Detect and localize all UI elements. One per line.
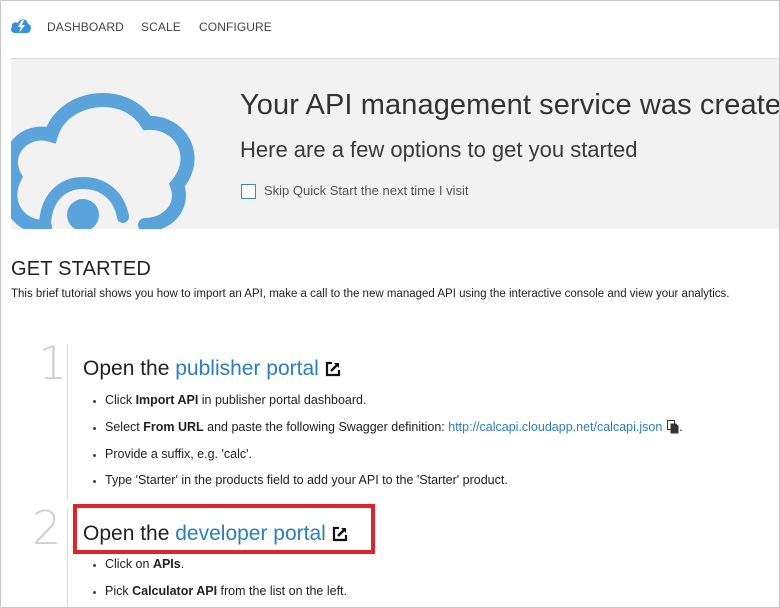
publisher-portal-link[interactable]: publisher portal [175, 357, 319, 380]
copy-icon[interactable] [667, 420, 679, 434]
bullet-bold: Import API [135, 393, 199, 407]
step-1-heading: Open the publisher portal [83, 357, 341, 381]
banner-title: Your API management service was created [240, 89, 780, 121]
swagger-definition-link[interactable]: http://calcapi.cloudapp.net/calcapi.json [448, 420, 662, 434]
step-2-bullet-1: Click on APIs. [92, 557, 185, 571]
nav-configure[interactable]: CONFIGURE [199, 20, 272, 34]
nav-dashboard[interactable]: DASHBOARD [47, 20, 124, 34]
step-1-heading-prefix: Open the [83, 357, 176, 380]
bullet-text: . [180, 557, 185, 571]
step-1-bullet-3: Provide a suffix, e.g. 'calc'. [93, 447, 252, 461]
bullet-text: from the list on the left. [217, 584, 347, 598]
bullet-text: in publisher portal dashboard. [198, 393, 367, 407]
bullet-text: and paste the following Swagger definiti… [203, 420, 449, 434]
app-window: DASHBOARD SCALE CONFIGURE Your API manag… [0, 0, 780, 608]
get-started-description: This brief tutorial shows you how to imp… [11, 288, 730, 300]
skip-quickstart-label[interactable]: Skip Quick Start the next time I visit [264, 183, 468, 198]
bullet-text: Pick [105, 584, 133, 598]
highlight-box [73, 504, 375, 554]
get-started-title: GET STARTED [11, 258, 152, 280]
azure-logo-icon[interactable] [10, 17, 32, 35]
banner-subtitle: Here are a few options to get you starte… [240, 137, 638, 162]
top-nav: DASHBOARD SCALE CONFIGURE [1, 1, 779, 57]
bullet-bold: From URL [143, 420, 204, 434]
step-divider-2 [67, 509, 68, 607]
step-1-bullet-4: Type 'Starter' in the products field to … [93, 473, 508, 487]
welcome-banner: Your API management service was created … [11, 58, 780, 229]
step-number-2: 2 [32, 501, 62, 555]
step-2-bullet-2: Pick Calculator API from the list on the… [93, 584, 347, 598]
bullet-bold: APIs [152, 557, 181, 571]
step-number-1: 1 [38, 336, 68, 390]
bullet-bold: Calculator API [132, 584, 218, 598]
bullet-text: Click on [105, 557, 153, 571]
nav-scale[interactable]: SCALE [141, 20, 181, 34]
step-1-bullet-1: Click Import API in publisher portal das… [92, 393, 367, 407]
bullet-text: . [679, 420, 683, 434]
external-link-icon[interactable] [325, 361, 341, 377]
step-1-bullet-2: Select From URL and paste the following … [93, 420, 683, 434]
bullet-text: Click [105, 393, 136, 407]
bullet-text: Select [105, 420, 144, 434]
skip-quickstart-checkbox[interactable] [241, 184, 256, 199]
cloud-icon [11, 93, 195, 229]
step-divider-1 [67, 344, 68, 500]
